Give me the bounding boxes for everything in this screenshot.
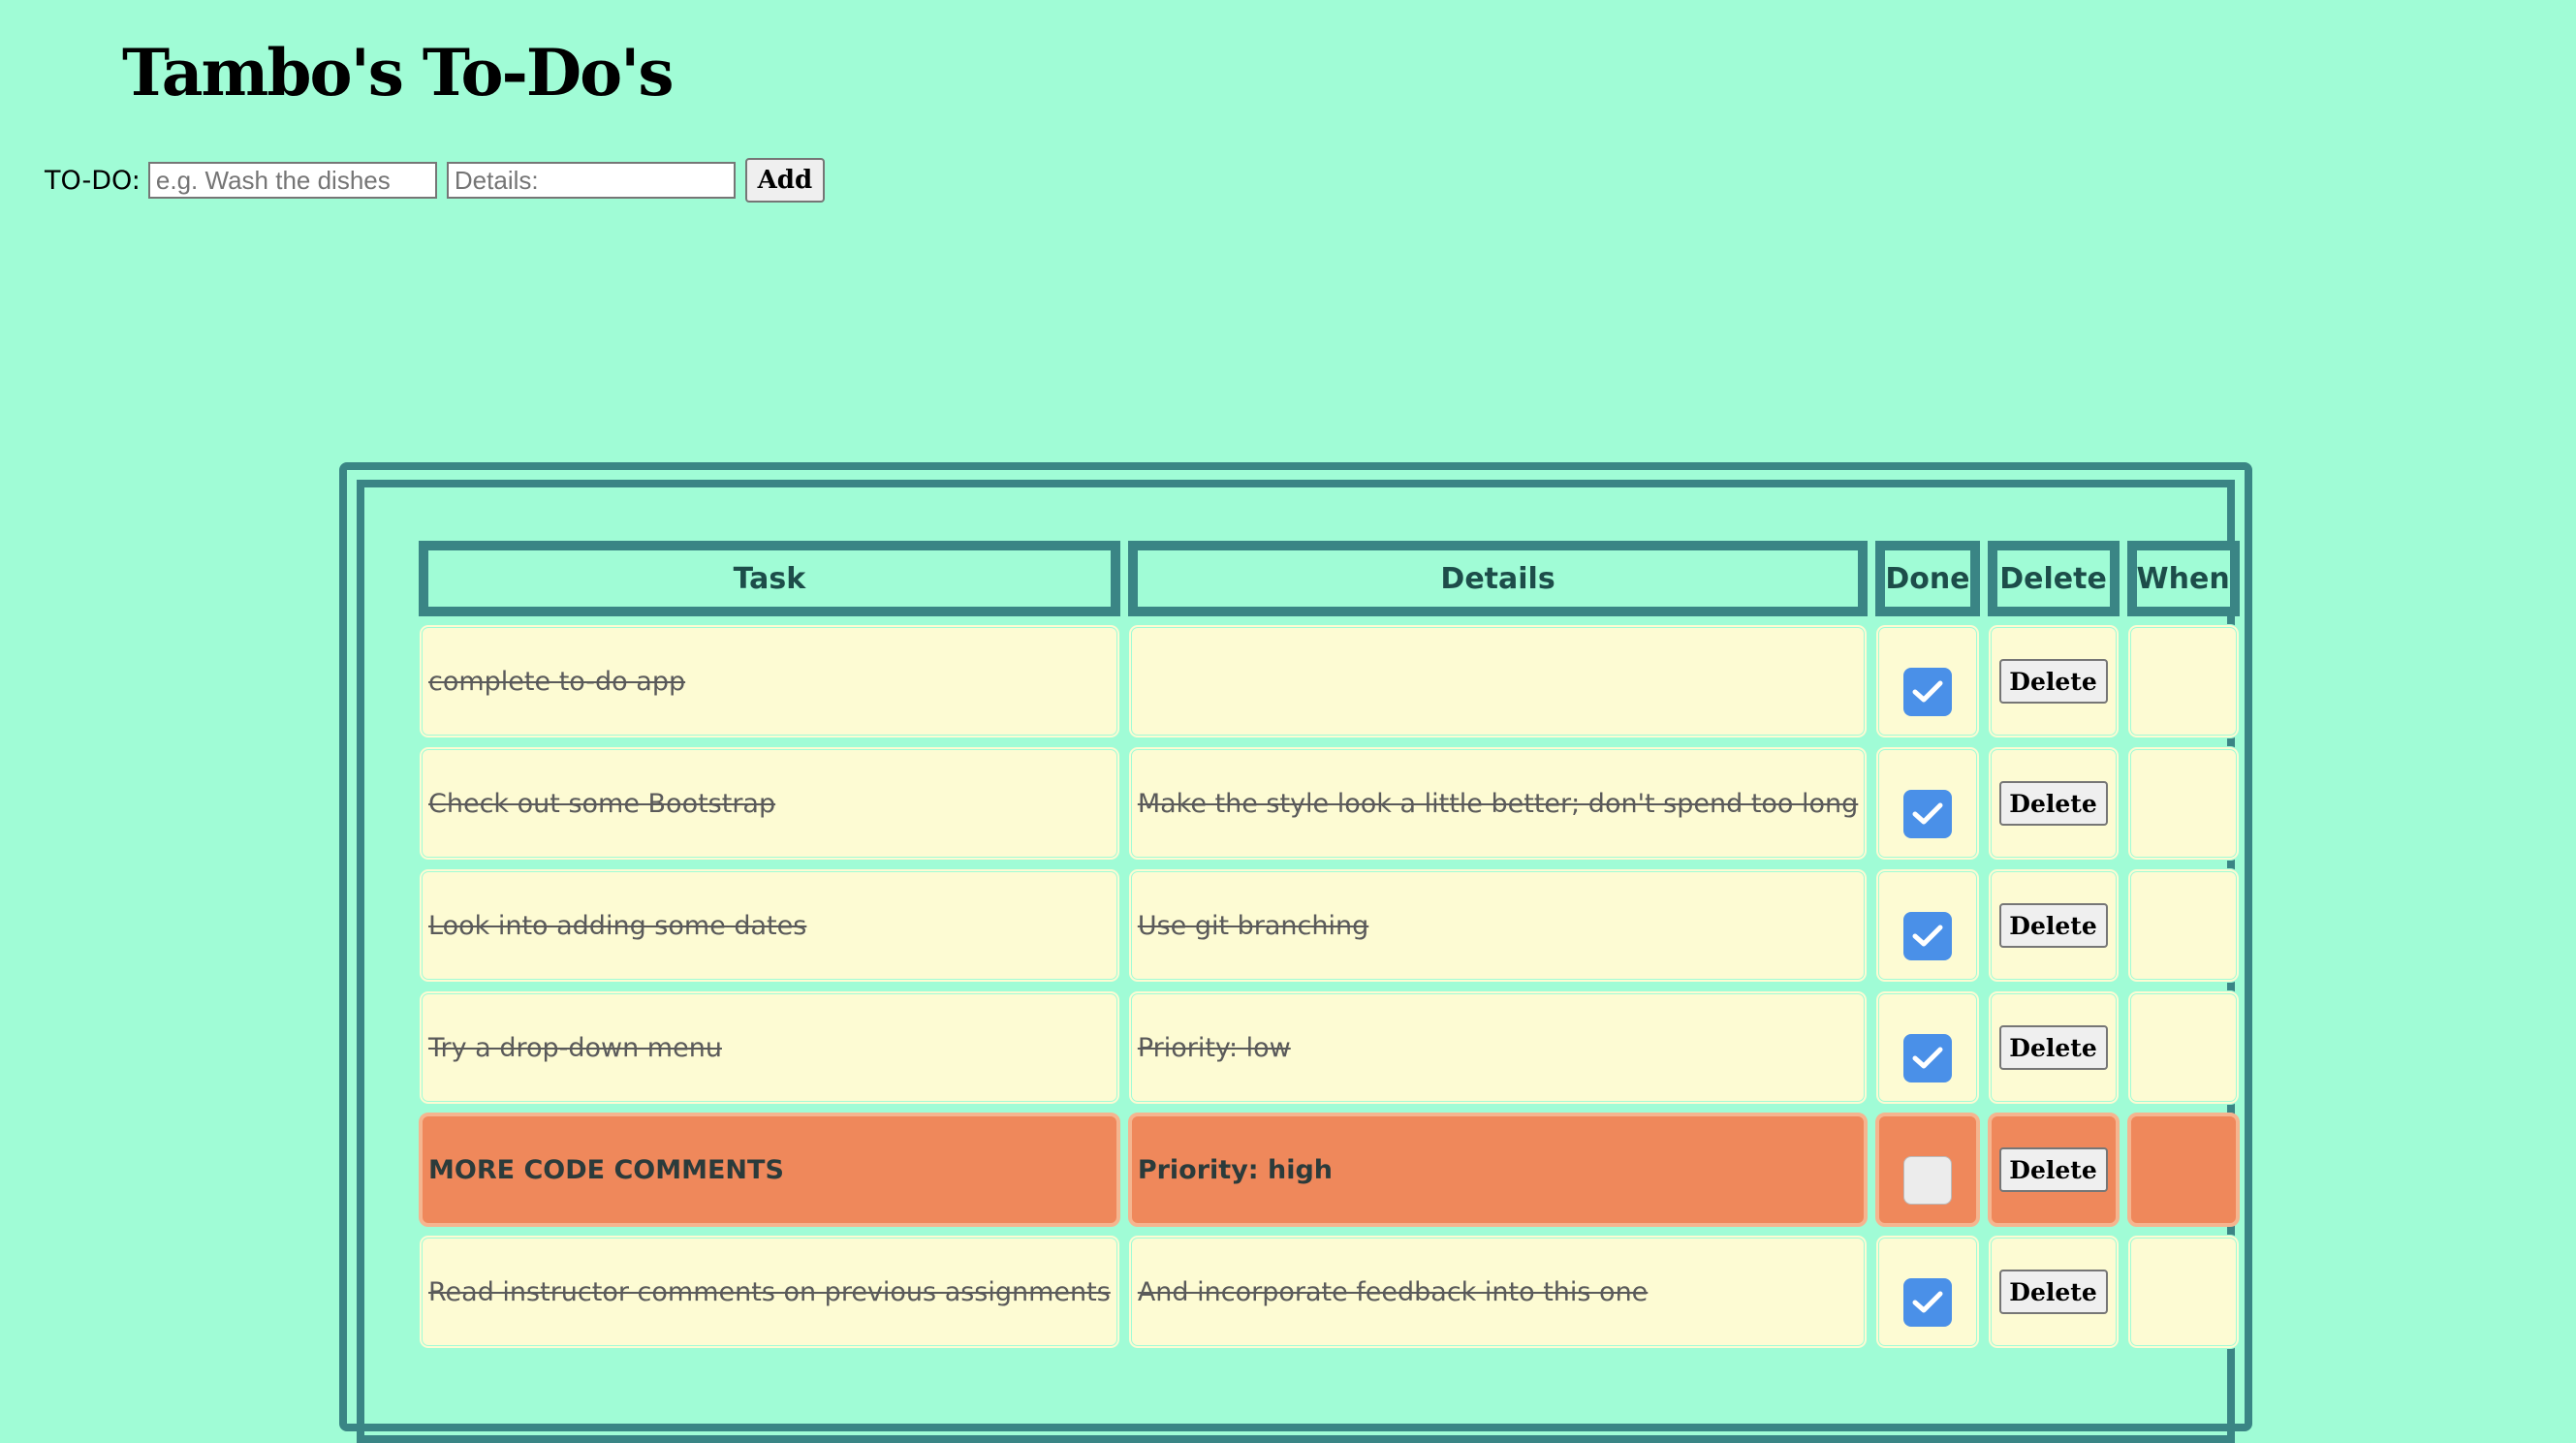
when-cell (2126, 746, 2240, 861)
done-cell (1875, 990, 1980, 1105)
task-cell: Try a drop-down menu (419, 990, 1120, 1105)
delete-cell: Delete (1987, 1235, 2120, 1349)
delete-button[interactable]: Delete (1998, 1147, 2108, 1192)
table-row: Try a drop-down menu Priority: low Delete (419, 990, 2240, 1105)
delete-button[interactable]: Delete (1998, 903, 2108, 948)
delete-cell: Delete (1987, 868, 2120, 983)
done-cell (1875, 1113, 1980, 1227)
delete-cell: Delete (1987, 1113, 2120, 1227)
details-cell (1127, 624, 1869, 738)
details-cell: Priority: low (1127, 990, 1869, 1105)
todo-form: TO-DO: Add (45, 158, 825, 203)
delete-cell: Delete (1987, 624, 2120, 738)
table-row: Check out some Bootstrap Make the style l… (419, 746, 2240, 861)
delete-cell: Delete (1987, 990, 2120, 1105)
done-cell (1875, 746, 1980, 861)
details-cell: Use git branching (1127, 868, 1869, 983)
table-row: MORE CODE COMMENTS Priority: high Delete (419, 1113, 2240, 1227)
add-button[interactable]: Add (744, 158, 825, 203)
header-details: Details (1127, 541, 1869, 616)
when-cell (2126, 990, 2240, 1105)
done-cell (1875, 624, 1980, 738)
task-cell: Check out some Bootstrap (419, 746, 1120, 861)
details-cell: Make the style look a little better; don… (1127, 746, 1869, 861)
task-cell: Look into adding some dates (419, 868, 1120, 983)
header-task: Task (419, 541, 1120, 616)
header-delete: Delete (1987, 541, 2120, 616)
details-cell: And incorporate feedback into this one (1127, 1235, 1869, 1349)
details-cell: Priority: high (1127, 1113, 1869, 1227)
table-header-row: Task Details Done Delete When (419, 541, 2240, 616)
page-title: Tambo's To-Do's (122, 35, 674, 110)
task-cell: Read instructor comments on previous ass… (419, 1235, 1120, 1349)
delete-cell: Delete (1987, 746, 2120, 861)
done-cell (1875, 1235, 1980, 1349)
task-cell: MORE CODE COMMENTS (419, 1113, 1120, 1227)
delete-button[interactable]: Delete (1998, 659, 2108, 704)
when-cell (2126, 868, 2240, 983)
done-checkbox[interactable] (1902, 789, 1952, 838)
when-cell (2126, 1113, 2240, 1227)
done-checkbox[interactable] (1902, 911, 1952, 960)
delete-button[interactable]: Delete (1998, 1270, 2108, 1314)
when-cell (2126, 1235, 2240, 1349)
done-checkbox[interactable] (1902, 667, 1952, 716)
table-row: Read instructor comments on previous ass… (419, 1235, 2240, 1349)
done-cell (1875, 868, 1980, 983)
todo-label: TO-DO: (45, 165, 141, 196)
delete-button[interactable]: Delete (1998, 1025, 2108, 1070)
details-input[interactable] (446, 162, 736, 199)
table-row: complete to-do app Delete (419, 624, 2240, 738)
delete-button[interactable]: Delete (1998, 781, 2108, 826)
header-done: Done (1875, 541, 1980, 616)
done-checkbox[interactable] (1902, 1277, 1952, 1327)
done-checkbox[interactable] (1902, 1155, 1952, 1205)
table-row: Look into adding some dates Use git branc… (419, 868, 2240, 983)
task-cell: complete to-do app (419, 624, 1120, 738)
todo-table: Task Details Done Delete When complete t… (411, 533, 2247, 1357)
when-cell (2126, 624, 2240, 738)
header-when: When (2126, 541, 2240, 616)
task-input[interactable] (147, 162, 437, 199)
done-checkbox[interactable] (1902, 1033, 1952, 1082)
